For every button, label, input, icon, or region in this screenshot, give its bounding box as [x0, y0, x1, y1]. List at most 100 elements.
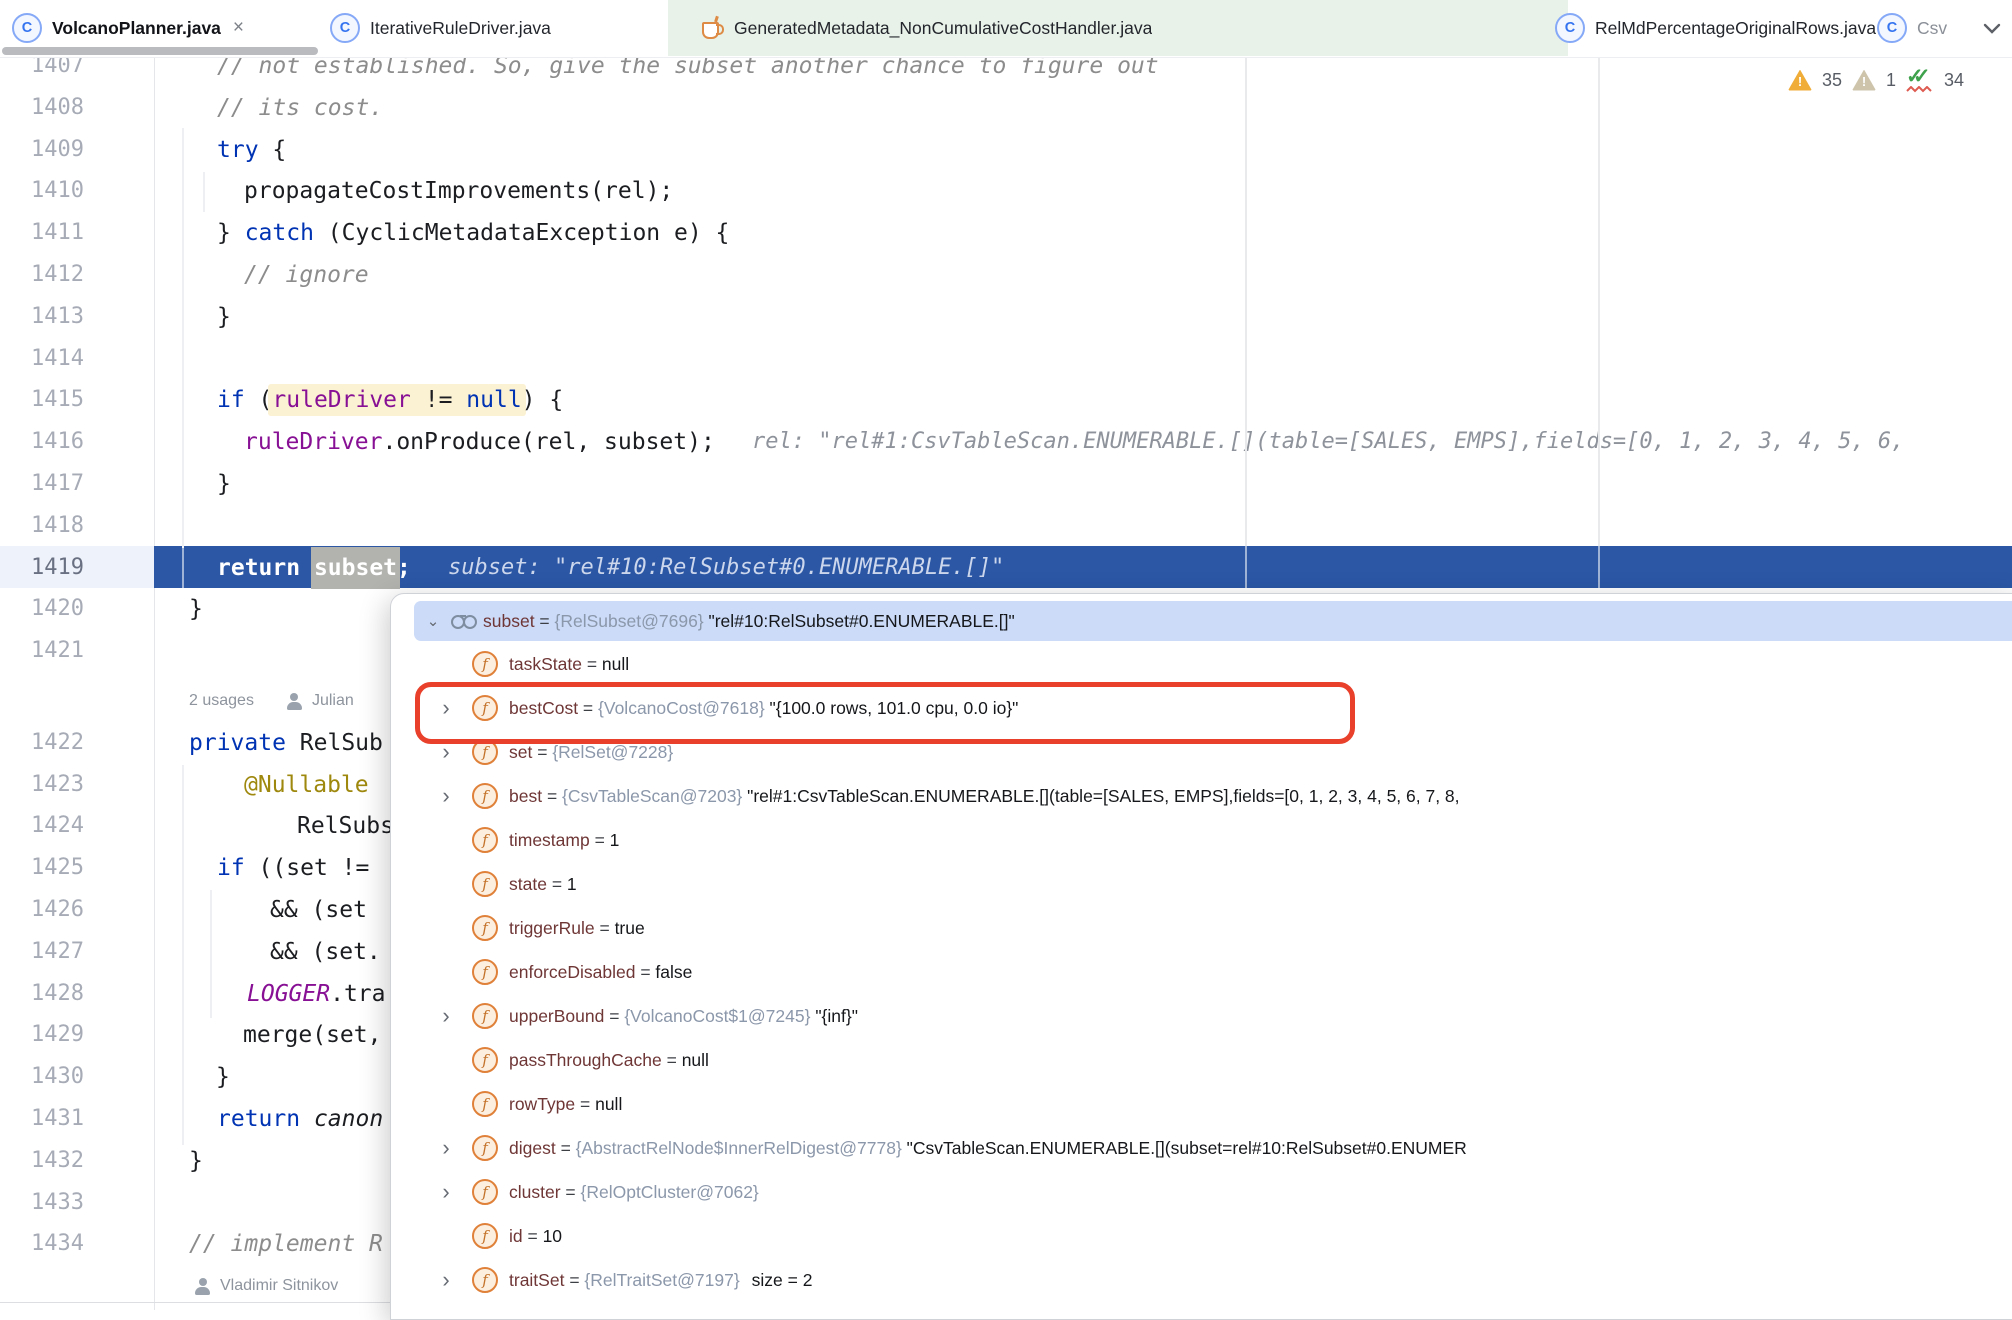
tab-GeneratedMetadata_NonCumulativeCostHandler.java[interactable]: GeneratedMetadata_NonCumulativeCostHandl…	[668, 0, 1568, 56]
variable-row-enforceDisabled[interactable]: fenforceDisabled = false	[391, 950, 2012, 994]
line-number[interactable]: 1423	[0, 764, 84, 806]
line-number[interactable]: 1415	[0, 379, 84, 421]
code-text: // its cost.	[217, 87, 383, 129]
code-token: .onProduce(rel, subset);	[382, 429, 714, 455]
variable-row-timestamp[interactable]: ftimestamp = 1	[391, 818, 2012, 862]
line-number[interactable]: 1422	[0, 722, 84, 764]
expand-chevron-icon[interactable]: ›	[436, 698, 456, 718]
code-text: }	[216, 1056, 230, 1098]
variable-row-rowType[interactable]: frowType = null	[391, 1082, 2012, 1126]
variable-row-set[interactable]: ›fset = {RelSet@7228}	[391, 730, 2012, 774]
line-number[interactable]: 1427	[0, 931, 84, 973]
line-number[interactable]: 1426	[0, 889, 84, 931]
variable-row-digest[interactable]: ›fdigest = {AbstractRelNode$InnerRelDige…	[391, 1126, 2012, 1170]
variable-row-traitSet[interactable]: ›ftraitSet = {RelTraitSet@7197}size = 2	[391, 1258, 2012, 1302]
code-token: RelSub	[286, 730, 383, 756]
equals: =	[547, 874, 567, 895]
inline-debugger-value: rel: "rel#1:CsvTableScan.ENUMERABLE.[](t…	[752, 421, 1904, 463]
equals: =	[542, 786, 562, 807]
code-text: }	[217, 296, 231, 338]
line-number[interactable]: 1425	[0, 847, 84, 889]
field-icon: f	[472, 783, 498, 809]
tab-RelMdPercentageOriginalRows.java[interactable]: CRelMdPercentageOriginalRows.java	[1540, 0, 1913, 56]
evaluated-expression[interactable]: subset	[311, 547, 400, 589]
author-inlay-hint[interactable]: Vladimir Sitnikov	[194, 1265, 338, 1307]
usages-inlay-hint[interactable]: 2 usages	[189, 692, 254, 710]
line-number[interactable]: 1433	[0, 1182, 84, 1224]
field-icon: f	[472, 827, 498, 853]
code-token: if	[217, 855, 245, 881]
equals: =	[604, 1006, 624, 1027]
line-number[interactable]: 1410	[0, 170, 84, 212]
code-text: if ((set !=	[217, 847, 369, 889]
equals: =	[590, 830, 610, 851]
variable-row-cluster[interactable]: ›fcluster = {RelOptCluster@7062}	[391, 1170, 2012, 1214]
variable-row-id[interactable]: fid = 10	[391, 1214, 2012, 1258]
line-number[interactable]: 1428	[0, 973, 84, 1015]
expand-chevron-icon[interactable]: ›	[436, 1270, 456, 1290]
line-number[interactable]: 1414	[0, 338, 84, 380]
collapse-chevron-icon[interactable]: ⌄	[423, 612, 443, 630]
test-cup-icon	[700, 16, 724, 40]
variable-row-bestCost[interactable]: ›fbestCost = {VolcanoCost@7618} "{100.0 …	[391, 686, 2012, 730]
line-number[interactable]: 1424	[0, 805, 84, 847]
variable-row-upperBound[interactable]: ›fupperBound = {VolcanoCost$1@7245} "{in…	[391, 994, 2012, 1038]
expand-chevron-icon[interactable]: ›	[436, 786, 456, 806]
line-number[interactable]: 1431	[0, 1098, 84, 1140]
expand-chevron-icon[interactable]: ›	[436, 1138, 456, 1158]
code-token: return	[217, 1106, 300, 1132]
variable-value: true	[615, 918, 645, 939]
line-number[interactable]: 1413	[0, 296, 84, 338]
line-number[interactable]: 1420	[0, 588, 84, 630]
author-inlay-hint[interactable]: 2 usagesJulian	[189, 680, 354, 722]
code-text: LOGGER.tra	[247, 973, 385, 1015]
line-number[interactable]: 1430	[0, 1056, 84, 1098]
line-number[interactable]: 1412	[0, 254, 84, 296]
line-number[interactable]: 1434	[0, 1223, 84, 1265]
equals: =	[582, 654, 602, 675]
tab-IterativeRuleDriver.java[interactable]: CIterativeRuleDriver.java	[316, 0, 660, 56]
popup-header-row[interactable]: ⌄ subset = {RelSubset@7696} "rel#10:RelS…	[414, 601, 2012, 641]
code-token: // implement R	[189, 1231, 383, 1257]
line-number[interactable]: 1409	[0, 129, 84, 171]
popup-variable-rows: ftaskState = null›fbestCost = {VolcanoCo…	[391, 642, 2012, 1319]
code-text: propagateCostImprovements(rel);	[244, 170, 673, 212]
tab-strip-scrollbar-thumb[interactable]	[2, 47, 318, 55]
code-token: {	[259, 137, 287, 163]
variable-row-state[interactable]: fstate = 1	[391, 862, 2012, 906]
variable-row-triggerRule[interactable]: ftriggerRule = true	[391, 906, 2012, 950]
line-number[interactable]: 1408	[0, 87, 84, 129]
margin-guide	[1245, 57, 1247, 546]
line-number[interactable]: 1421	[0, 630, 84, 672]
variable-row-passThroughCache[interactable]: fpassThroughCache = null	[391, 1038, 2012, 1082]
tab-overflow-chevron-down-icon[interactable]	[1980, 16, 2004, 40]
margin-guide	[182, 546, 184, 588]
expand-chevron-icon[interactable]: ›	[436, 742, 456, 762]
debugger-variables-popup[interactable]: ⌄ subset = {RelSubset@7696} "rel#10:RelS…	[390, 593, 2012, 1320]
close-icon[interactable]: ×	[233, 17, 244, 39]
line-number[interactable]: 1411	[0, 212, 84, 254]
expand-chevron-icon[interactable]: ›	[436, 1182, 456, 1202]
line-number[interactable]: 1418	[0, 505, 84, 547]
indent-guide	[182, 128, 184, 548]
line-number[interactable]: 1417	[0, 463, 84, 505]
line-number[interactable]: 1416	[0, 421, 84, 463]
expand-chevron-icon[interactable]: ›	[436, 1006, 456, 1026]
variable-value: 1	[567, 874, 577, 895]
code-token: ruleDriver	[272, 387, 410, 413]
variable-row-best[interactable]: ›fbest = {CsvTableScan@7203} "rel#1:CsvT…	[391, 774, 2012, 818]
equals: =	[556, 1138, 576, 1159]
code-text: try {	[217, 129, 286, 171]
line-number[interactable]: 1429	[0, 1014, 84, 1056]
equals: =	[564, 1270, 584, 1291]
editor-line: 1419return subset;subset: "rel#10:RelSub…	[0, 547, 2012, 589]
tab-Csv[interactable]: CCsv	[1862, 0, 1977, 56]
equals: =	[578, 698, 598, 719]
inspections-widget[interactable]: ! 35 ! 1 ✓✓ 34	[1788, 60, 1964, 100]
variable-name: subset	[483, 611, 535, 632]
variable-row-taskState[interactable]: ftaskState = null	[391, 642, 2012, 686]
code-token: ((set !=	[245, 855, 370, 881]
line-number[interactable]: 1419	[0, 547, 84, 589]
line-number[interactable]: 1432	[0, 1140, 84, 1182]
equals: =	[535, 611, 555, 632]
